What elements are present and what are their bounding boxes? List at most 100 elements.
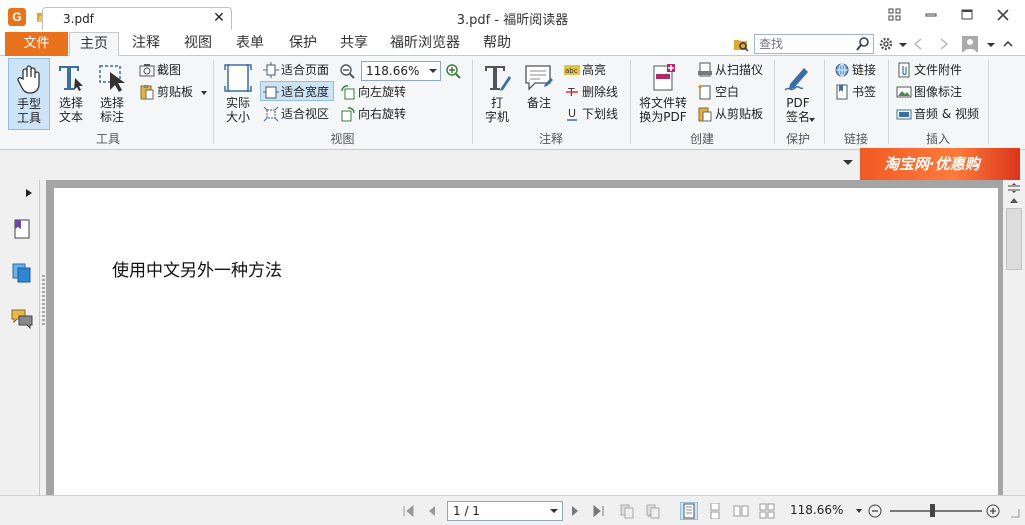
from-clipboard-label: 从剪贴板: [715, 107, 764, 121]
search-input[interactable]: [755, 35, 851, 53]
expand-panel-icon[interactable]: [26, 189, 32, 197]
audio-video-button[interactable]: 音频 & 视频: [894, 104, 979, 124]
convert-to-pdf-button[interactable]: 将文件转 换为PDF: [636, 58, 690, 130]
forward-icon[interactable]: [936, 36, 952, 52]
fit-page-button[interactable]: 适合页面: [261, 60, 329, 80]
tab-foxit-browser[interactable]: 福昕浏览器: [382, 32, 468, 56]
highlight-icon: abc: [564, 62, 580, 78]
facing-page-icon[interactable]: [733, 503, 749, 519]
fit-visible-button[interactable]: 适合视区: [261, 104, 329, 124]
search-icon[interactable]: [855, 36, 871, 52]
zoom-in-button[interactable]: [985, 503, 1001, 519]
select-text-button[interactable]: 选择 文本: [52, 58, 90, 130]
zoom-out-icon[interactable]: [339, 63, 355, 79]
next-view-icon[interactable]: [645, 503, 661, 519]
typewriter-button[interactable]: 打 字机: [478, 58, 516, 130]
tab-view[interactable]: 视图: [174, 32, 222, 56]
page-number-field[interactable]: 1 / 1: [447, 501, 563, 521]
search-folder-icon[interactable]: [733, 36, 749, 52]
gear-icon[interactable]: [878, 36, 894, 52]
screenshot-button[interactable]: 截图: [137, 60, 181, 80]
close-button[interactable]: [993, 6, 1013, 24]
tab-protect[interactable]: 保护: [279, 32, 327, 56]
continuous-page-icon[interactable]: [707, 503, 723, 519]
highlight-button[interactable]: abc 高亮: [562, 60, 606, 80]
from-clipboard-button[interactable]: 从剪贴板: [695, 104, 763, 124]
image-annotation-label: 图像标注: [914, 85, 963, 99]
comment-group-label: 注释: [538, 132, 563, 146]
pages-panel-icon[interactable]: [11, 262, 33, 284]
status-bar: 1 / 1 118.66%: [0, 495, 1025, 525]
blank-label: 空白: [715, 85, 740, 99]
previous-page-icon[interactable]: [424, 503, 440, 519]
fit-width-button[interactable]: 适合宽度: [260, 81, 335, 101]
user-avatar-icon[interactable]: [962, 36, 978, 52]
first-page-icon[interactable]: [400, 503, 416, 519]
zoom-level-dropdown-icon[interactable]: [856, 509, 862, 513]
note-button[interactable]: 备注: [520, 58, 558, 130]
zoom-select[interactable]: 118.66%: [361, 61, 441, 81]
pdf-sign-dropdown-icon[interactable]: [809, 118, 815, 122]
zoom-out-button[interactable]: [867, 503, 883, 519]
layout-icon[interactable]: [885, 6, 905, 24]
tab-share[interactable]: 共享: [331, 32, 377, 56]
zoom-slider-thumb[interactable]: [929, 504, 935, 517]
blank-button[interactable]: 空白: [695, 82, 739, 102]
page-dropdown-icon[interactable]: [550, 509, 558, 513]
clipboard-button[interactable]: 剪贴板: [137, 82, 207, 102]
menu-bar: 文件 主页 注释 视图 表单 保护 共享 福昕浏览器 帮助: [0, 32, 1025, 57]
hand-tool-button[interactable]: 手型 工具: [8, 58, 50, 130]
zoom-in-icon[interactable]: [445, 63, 461, 79]
protect-group-label: 保护: [785, 132, 810, 146]
document-view[interactable]: 使用中文另外一种方法: [46, 180, 1003, 495]
continuous-facing-icon[interactable]: [759, 503, 775, 519]
zoom-dropdown-icon[interactable]: [429, 69, 437, 73]
pdf-page[interactable]: 使用中文另外一种方法: [54, 188, 998, 495]
select-annotation-button[interactable]: 选择 标注: [93, 58, 131, 130]
hand-icon: [13, 63, 45, 95]
advertisement-banner[interactable]: 淘宝网·优惠购: [860, 148, 1020, 181]
vertical-scrollbar[interactable]: [1003, 180, 1025, 495]
split-view-icon[interactable]: [1007, 182, 1021, 193]
underline-button[interactable]: U 下划线: [562, 104, 618, 124]
maximize-button[interactable]: [957, 6, 977, 24]
from-scanner-button[interactable]: 从扫描仪: [695, 60, 763, 80]
rotate-right-button[interactable]: 向右旋转: [338, 104, 406, 124]
panel-resize-grip[interactable]: [42, 275, 45, 325]
minimize-button[interactable]: [921, 6, 941, 24]
comments-panel-icon[interactable]: [11, 308, 33, 330]
back-icon[interactable]: [910, 36, 926, 52]
actual-size-button[interactable]: 实际 大小: [219, 58, 257, 130]
from-clipboard-icon: [697, 106, 713, 122]
bookmark-button[interactable]: 书签: [832, 82, 876, 102]
resize-grip-icon[interactable]: [1005, 503, 1021, 519]
zoom-slider-track[interactable]: [890, 510, 982, 512]
rotate-left-button[interactable]: 向左旋转: [338, 82, 406, 102]
user-dropdown-icon[interactable]: [983, 36, 999, 52]
bookmarks-panel-icon[interactable]: [11, 218, 33, 240]
tab-help[interactable]: 帮助: [474, 32, 520, 56]
search-box[interactable]: [754, 34, 874, 54]
from-scanner-label: 从扫描仪: [715, 63, 764, 77]
tab-list-dropdown-icon[interactable]: [843, 160, 853, 165]
scroll-up-icon[interactable]: [1010, 198, 1018, 203]
previous-view-icon[interactable]: [619, 503, 635, 519]
strikeout-button[interactable]: T 删除线: [562, 82, 618, 102]
gear-dropdown-icon[interactable]: [895, 36, 911, 52]
link-button[interactable]: 链接: [832, 60, 876, 80]
clipboard-dropdown-icon[interactable]: [200, 90, 207, 95]
close-tab-icon[interactable]: ✕: [213, 11, 225, 25]
scrollbar-thumb[interactable]: [1006, 208, 1022, 270]
single-page-icon[interactable]: [680, 502, 698, 520]
document-tab[interactable]: 3.pdf ✕: [42, 7, 232, 30]
file-attachment-button[interactable]: 文件附件: [894, 60, 962, 80]
tab-form[interactable]: 表单: [226, 32, 274, 56]
tab-comment[interactable]: 注释: [123, 32, 169, 56]
file-menu[interactable]: 文件: [5, 32, 68, 56]
last-page-icon[interactable]: [591, 503, 607, 519]
collapse-ribbon-icon[interactable]: [1000, 36, 1016, 52]
image-annotation-button[interactable]: 图像标注: [894, 82, 962, 102]
next-page-icon[interactable]: [567, 503, 583, 519]
tab-home[interactable]: 主页: [69, 32, 119, 57]
app-logo[interactable]: G: [8, 8, 26, 26]
